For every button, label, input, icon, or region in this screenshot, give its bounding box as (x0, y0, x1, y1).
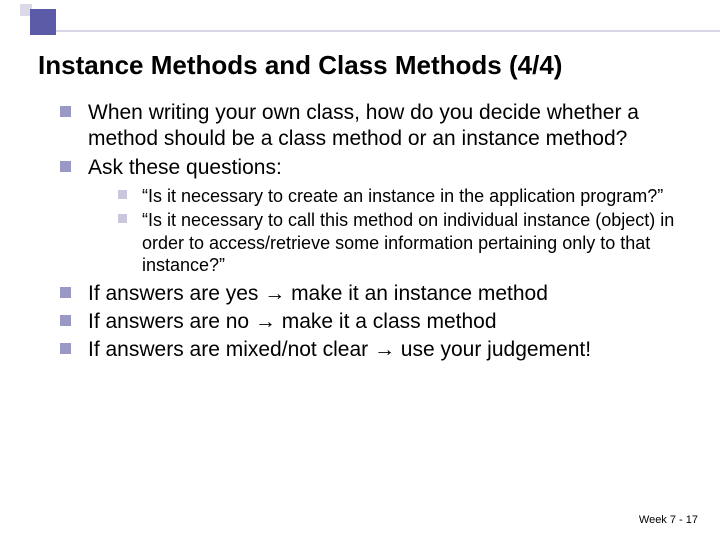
bullet-item: If answers are no → make it a class meth… (60, 309, 680, 335)
bullet-item: If answers are mixed/not clear → use you… (60, 337, 680, 363)
slide-content: When writing your own class, how do you … (60, 100, 680, 366)
deco-line (56, 30, 720, 32)
sub-bullet-item: “Is it necessary to create an instance i… (118, 185, 680, 208)
slide-title: Instance Methods and Class Methods (4/4) (38, 50, 700, 81)
deco-big-square (30, 9, 56, 35)
bullet-item: When writing your own class, how do you … (60, 100, 680, 153)
slide-footer: Week 7 - 17 (639, 514, 698, 526)
bullet-text: Ask these questions: (88, 156, 282, 179)
bullet-item: If answers are yes → make it an instance… (60, 281, 680, 307)
sub-bullet-item: “Is it necessary to call this method on … (118, 209, 680, 277)
bullet-item: Ask these questions: “Is it necessary to… (60, 155, 680, 277)
